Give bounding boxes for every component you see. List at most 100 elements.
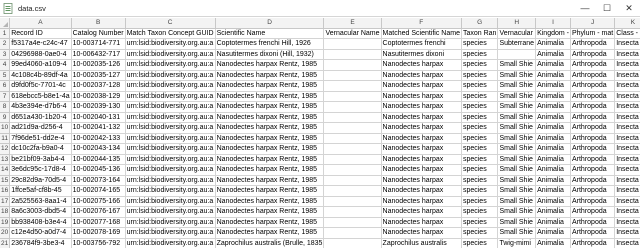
table-cell[interactable]: Animalia [535, 175, 571, 187]
table-cell[interactable]: bb938408-b3e4-4 [9, 217, 72, 229]
table-cell[interactable]: Arthropoda [570, 175, 616, 187]
table-cell[interactable]: Animalia [535, 185, 571, 197]
table-cell[interactable]: Zaprochilus australis [381, 238, 462, 248]
table-cell[interactable] [323, 59, 382, 71]
table-cell[interactable]: Animalia [535, 59, 571, 71]
column-header[interactable]: G [461, 18, 499, 29]
table-cell[interactable]: 8a6c3003-dbd5-4 [9, 206, 72, 218]
table-cell[interactable]: Arthropoda [570, 38, 616, 50]
table-cell[interactable]: Arthropoda [570, 196, 616, 208]
table-cell[interactable]: ad21d9a-d256-4 [9, 122, 72, 134]
table-cell[interactable]: urn:lsid:biodiversity.org.au:a [125, 143, 216, 155]
header-cell[interactable]: Class - ma [614, 28, 640, 40]
row-number[interactable]: 6 [0, 80, 11, 92]
table-cell[interactable]: Arthropoda [570, 70, 616, 82]
header-cell[interactable]: Scientific Name [215, 28, 325, 40]
table-cell[interactable]: c12e4d50-a0d7-4 [9, 227, 72, 239]
table-cell[interactable] [323, 206, 382, 218]
column-header[interactable]: K [614, 18, 640, 29]
table-cell[interactable]: Nanodectes harpax [381, 59, 462, 71]
row-number[interactable]: 11 [0, 133, 11, 145]
table-cell[interactable] [323, 101, 382, 113]
table-cell[interactable]: Nanodectes harpax Rentz, 1985 [215, 101, 325, 113]
table-cell[interactable]: Animalia [535, 164, 571, 176]
table-cell[interactable]: species [461, 49, 499, 61]
table-cell[interactable]: Insecta [614, 80, 640, 92]
table-cell[interactable]: be21bf09-3ab4-4 [9, 154, 72, 166]
table-cell[interactable]: dc10c2fa-b9a0-4 [9, 143, 72, 155]
header-cell[interactable]: Match Taxon Concept GUID [125, 28, 216, 40]
table-cell[interactable]: Insecta [614, 143, 640, 155]
table-cell[interactable]: 4c108c4b-89df-4a [9, 70, 72, 82]
table-cell[interactable]: 4b3e394e-d7b6-4 [9, 101, 72, 113]
table-cell[interactable]: Nanodectes harpax Rentz, 1985 [215, 143, 325, 155]
table-cell[interactable]: Arthropoda [570, 238, 616, 248]
table-cell[interactable]: Small Shie [497, 59, 537, 71]
table-cell[interactable]: species [461, 122, 499, 134]
row-number[interactable]: 20 [0, 227, 11, 239]
table-cell[interactable]: Nanodectes harpax [381, 133, 462, 145]
table-cell[interactable]: urn:lsid:biodiversity.org.au:a [125, 112, 216, 124]
table-cell[interactable]: 10-002038-129 [71, 91, 126, 103]
column-header[interactable]: B [71, 18, 126, 29]
table-cell[interactable]: species [461, 206, 499, 218]
table-cell[interactable] [323, 133, 382, 145]
header-cell[interactable]: Matched Scientific Name [381, 28, 462, 40]
table-cell[interactable]: species [461, 227, 499, 239]
table-cell[interactable]: Animalia [535, 80, 571, 92]
table-cell[interactable]: species [461, 38, 499, 50]
table-cell[interactable]: species [461, 91, 499, 103]
table-cell[interactable]: Nanodectes harpax Rentz, 1985 [215, 154, 325, 166]
table-cell[interactable]: Insecta [614, 196, 640, 208]
table-cell[interactable]: d9fd0f5c-7701-4c [9, 80, 72, 92]
table-cell[interactable] [323, 49, 382, 61]
header-cell[interactable]: Record ID [9, 28, 72, 40]
table-cell[interactable]: Nanodectes harpax Rentz, 1985 [215, 59, 325, 71]
table-cell[interactable]: Arthropoda [570, 133, 616, 145]
table-cell[interactable]: Insecta [614, 59, 640, 71]
table-cell[interactable]: 10-002039-130 [71, 101, 126, 113]
table-cell[interactable]: Arthropoda [570, 154, 616, 166]
table-cell[interactable]: Small Shie [497, 91, 537, 103]
table-cell[interactable]: Nanodectes harpax [381, 80, 462, 92]
table-cell[interactable]: Animalia [535, 238, 571, 248]
column-header[interactable]: A [9, 18, 72, 29]
table-cell[interactable]: 99ed4060-a109-4 [9, 59, 72, 71]
table-cell[interactable]: species [461, 101, 499, 113]
table-cell[interactable]: Nanodectes harpax [381, 175, 462, 187]
table-cell[interactable]: 10-002043-134 [71, 143, 126, 155]
header-cell[interactable]: Taxon Ran [461, 28, 499, 40]
table-cell[interactable]: Small Shie [497, 185, 537, 197]
table-cell[interactable]: Coptotermes frenchi [381, 38, 462, 50]
table-cell[interactable]: Insecta [614, 101, 640, 113]
table-cell[interactable]: Arthropoda [570, 101, 616, 113]
table-cell[interactable]: species [461, 164, 499, 176]
table-cell[interactable]: urn:lsid:biodiversity.org.au:a [125, 59, 216, 71]
table-cell[interactable]: urn:lsid:biodiversity.org.au:a [125, 38, 216, 50]
row-number[interactable]: 13 [0, 154, 11, 166]
table-cell[interactable] [323, 196, 382, 208]
table-cell[interactable]: 10-002037-128 [71, 80, 126, 92]
table-cell[interactable]: Small Shie [497, 164, 537, 176]
table-cell[interactable]: Nanodectes harpax Rentz, 1985 [215, 164, 325, 176]
table-cell[interactable]: urn:lsid:biodiversity.org.au:a [125, 217, 216, 229]
table-cell[interactable]: Arthropoda [570, 122, 616, 134]
table-cell[interactable]: Nasutitermes dixoni (Hill, 1932) [215, 49, 325, 61]
table-cell[interactable]: 10-003756-792 [71, 238, 126, 248]
table-cell[interactable]: species [461, 196, 499, 208]
table-cell[interactable]: Nanodectes harpax Rentz, 1985 [215, 185, 325, 197]
table-cell[interactable]: Nanodectes harpax [381, 143, 462, 155]
row-number[interactable]: 17 [0, 196, 11, 208]
table-cell[interactable]: Nanodectes harpax [381, 122, 462, 134]
table-cell[interactable]: Nanodectes harpax Rentz, 1985 [215, 133, 325, 145]
table-cell[interactable]: Nanodectes harpax [381, 101, 462, 113]
table-cell[interactable]: Insecta [614, 112, 640, 124]
row-number[interactable]: 3 [0, 49, 11, 61]
table-cell[interactable]: Arthropoda [570, 80, 616, 92]
row-number[interactable]: 19 [0, 217, 11, 229]
table-cell[interactable]: Animalia [535, 101, 571, 113]
row-number[interactable]: 14 [0, 164, 11, 176]
row-number[interactable]: 21 [0, 238, 11, 248]
table-cell[interactable]: Animalia [535, 227, 571, 239]
table-cell[interactable] [323, 38, 382, 50]
